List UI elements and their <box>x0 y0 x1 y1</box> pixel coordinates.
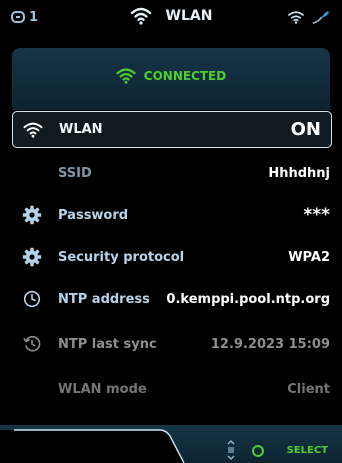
status-indicators <box>288 10 330 24</box>
ntp-address-label: NTP address <box>58 291 150 307</box>
ntp-address-row[interactable]: NTP address 0.kemppi.pool.ntp.org <box>12 281 330 317</box>
wifi-status-icon <box>288 10 304 24</box>
wlan-toggle-row[interactable]: WLAN ON <box>12 111 332 148</box>
ntp-last-sync-label: NTP last sync <box>58 336 157 352</box>
wifi-icon <box>22 119 44 141</box>
connection-status: CONNECTED <box>12 68 330 84</box>
select-button[interactable]: SELECT <box>287 445 328 456</box>
password-value: *** <box>303 205 330 225</box>
ssid-value: Hhhdhnj <box>268 165 330 181</box>
gear-icon <box>21 204 43 226</box>
select-ring-icon <box>252 445 264 457</box>
ntp-last-sync-value: 12.9.2023 15:09 <box>210 336 330 352</box>
bottom-bar: SELECT <box>0 425 342 463</box>
ntp-address-value: 0.kemppi.pool.ntp.org <box>166 291 330 307</box>
connection-status-text: CONNECTED <box>143 69 227 83</box>
security-protocol-value: WPA2 <box>288 249 330 265</box>
wlan-mode-value: Client <box>287 381 330 397</box>
wlan-mode-label: WLAN mode <box>58 381 147 397</box>
wlan-label: WLAN <box>59 122 103 137</box>
password-label: Password <box>58 207 129 223</box>
status-bar: 1 WLAN <box>0 0 342 37</box>
clock-icon <box>21 288 43 310</box>
wifi-connected-icon <box>116 68 136 84</box>
screen-title: WLAN <box>165 8 213 24</box>
ssid-label: SSID <box>58 165 92 181</box>
ssid-row[interactable]: SSID Hhhdhnj <box>12 155 330 191</box>
password-row[interactable]: Password *** <box>12 197 330 233</box>
connection-status-banner: CONNECTED <box>12 48 330 110</box>
wlan-value: ON <box>290 119 321 140</box>
wlan-mode-row: WLAN mode Client <box>12 371 330 407</box>
rotary-knob-icon <box>227 440 235 460</box>
gear-icon <box>21 246 43 268</box>
security-protocol-label: Security protocol <box>58 249 185 265</box>
security-protocol-row[interactable]: Security protocol WPA2 <box>12 239 330 275</box>
bottom-bar-frame <box>0 425 342 463</box>
wifi-icon <box>130 7 151 25</box>
plug-icon <box>312 11 329 24</box>
history-icon <box>21 333 43 355</box>
wlan-settings-screen: 1 WLAN CONNECTED WLAN ON SSID Hhhdhnj Pa… <box>0 0 342 463</box>
ntp-last-sync-row: NTP last sync 12.9.2023 15:09 <box>12 326 330 362</box>
